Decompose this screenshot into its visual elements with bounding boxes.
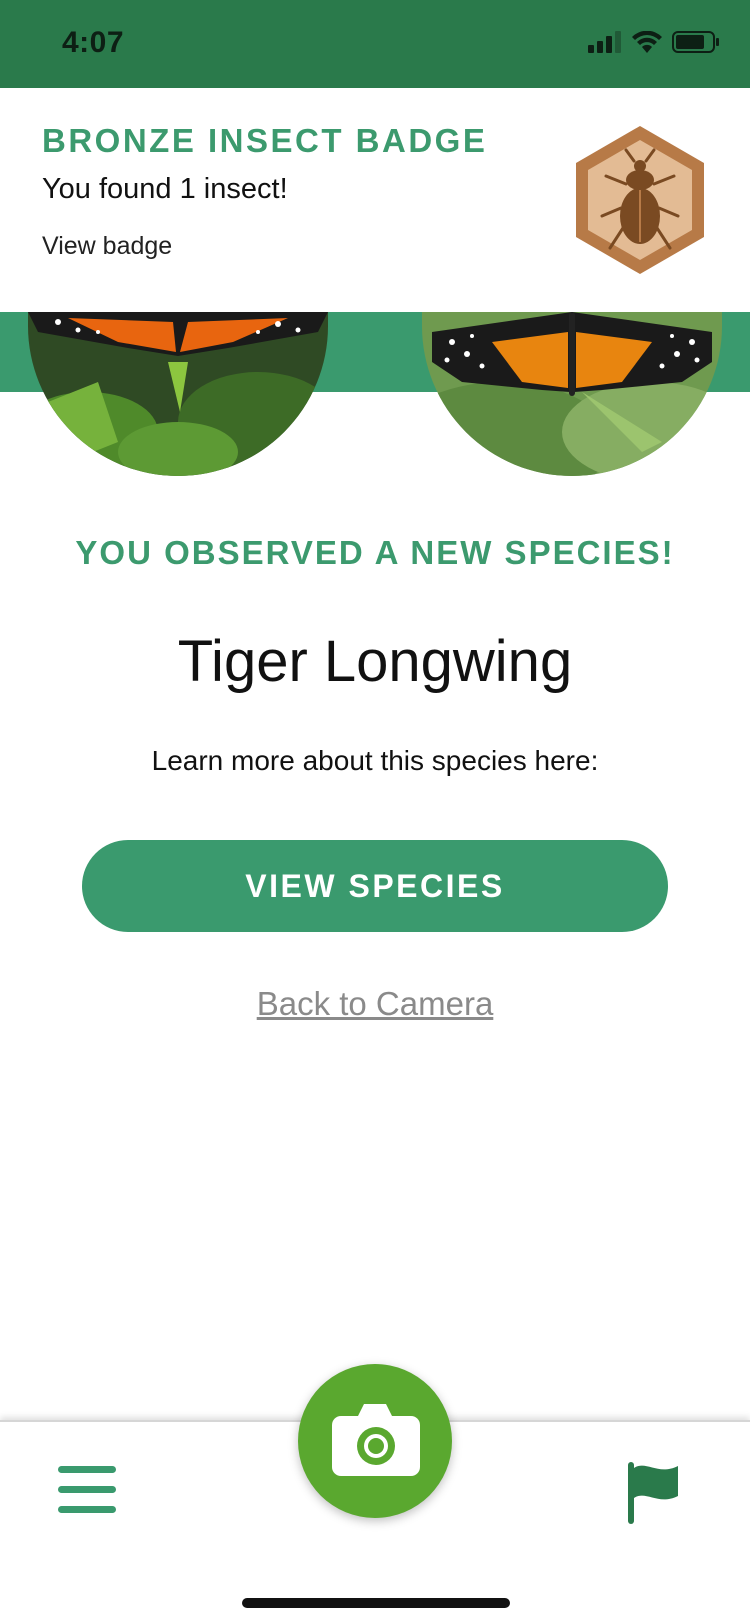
status-icons [588, 30, 720, 54]
flag-icon[interactable] [628, 1462, 684, 1524]
status-bar: 4:07 [0, 0, 750, 88]
back-to-camera-link[interactable]: Back to Camera [0, 985, 750, 1023]
camera-icon [332, 1404, 420, 1476]
reference-species-photo [422, 312, 722, 476]
badge-subtitle: You found 1 insect! [42, 173, 288, 205]
signal-icon [588, 31, 621, 53]
battery-icon [672, 31, 719, 53]
bronze-beetle-badge-icon[interactable] [572, 124, 708, 276]
back-to-camera-label[interactable]: Back to Camera [257, 985, 494, 1022]
wifi-icon [632, 31, 662, 53]
user-photo [28, 312, 328, 476]
new-species-headline: YOU OBSERVED A NEW SPECIES! [75, 534, 675, 571]
home-indicator [242, 1598, 510, 1608]
view-badge-link[interactable]: View badge [42, 232, 172, 261]
hamburger-icon[interactable] [58, 1464, 116, 1516]
view-species-button[interactable]: VIEW SPECIES [82, 840, 668, 932]
badge-title: BRONZE INSECT BADGE [42, 122, 488, 159]
species-name: Tiger Longwing [177, 629, 573, 694]
learn-more-text: Learn more about this species here: [151, 745, 599, 776]
camera-button[interactable] [298, 1364, 452, 1518]
status-time: 4:07 [62, 26, 125, 59]
